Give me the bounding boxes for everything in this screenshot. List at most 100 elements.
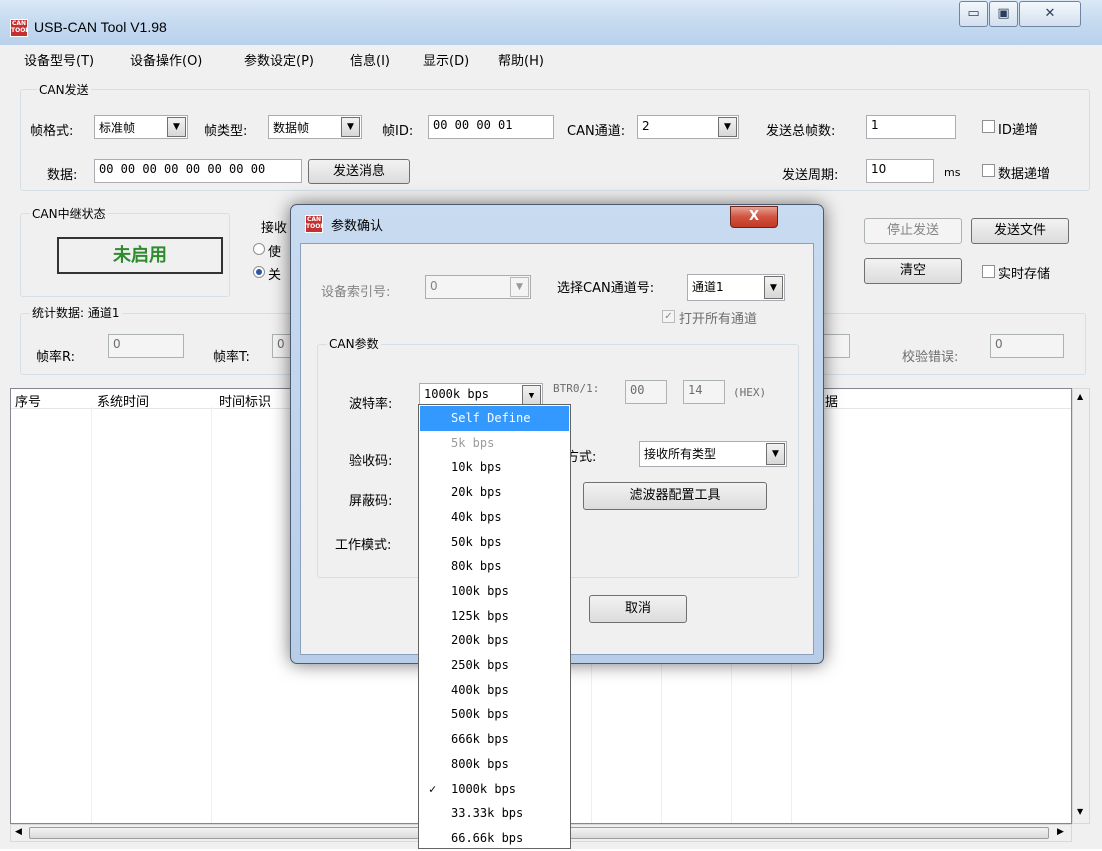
- title-bar[interactable]: CAN TOOL USB-CAN Tool V1.98 ▭ ▣ ✕: [0, 0, 1102, 45]
- baud-option-label: 500k bps: [451, 707, 509, 722]
- can-params-title: CAN参数: [327, 335, 381, 352]
- frame-rate-r-value: 0: [108, 334, 184, 358]
- minimize-button[interactable]: ▭: [959, 1, 988, 27]
- menu-help[interactable]: 帮助(H): [498, 50, 544, 69]
- vertical-scrollbar[interactable]: ▲ ▼: [1072, 388, 1090, 824]
- device-index-value: 0: [430, 279, 438, 293]
- receive-label: 接收: [261, 221, 288, 236]
- dialog-title: 参数确认: [331, 219, 384, 234]
- period-unit: ms: [944, 166, 961, 179]
- can-channel-label: CAN通道:: [567, 124, 626, 139]
- total-frames-input[interactable]: 1: [866, 115, 956, 139]
- clear-button[interactable]: 清空: [864, 258, 962, 284]
- scroll-down-icon[interactable]: ▼: [1077, 807, 1083, 816]
- menu-info[interactable]: 信息(I): [350, 50, 390, 69]
- baud-option-label: 100k bps: [451, 583, 509, 598]
- filter-mode-select[interactable]: 接收所有类型 ▼: [639, 441, 787, 467]
- window-close-button[interactable]: ✕: [1019, 1, 1081, 27]
- baud-option-label: 66.66k bps: [451, 830, 524, 845]
- stop-send-button[interactable]: 停止发送: [864, 218, 962, 244]
- col-time-id[interactable]: 时间标识: [219, 391, 271, 410]
- mask-code-label: 屏蔽码:: [349, 494, 393, 509]
- relay-status-box: 未启用: [57, 237, 223, 274]
- relay-group-title: CAN中继状态: [30, 205, 108, 222]
- baud-option[interactable]: 33.33k bps: [420, 801, 569, 826]
- baud-option-label: 50k bps: [451, 534, 502, 549]
- can-channel-value: 2: [642, 119, 650, 133]
- relay-off-label: 关: [268, 268, 282, 283]
- baud-option-label: 125k bps: [451, 608, 509, 623]
- menu-display[interactable]: 显示(D): [423, 50, 469, 69]
- data-increment-checkbox[interactable]: [982, 164, 995, 177]
- baud-option[interactable]: 10k bps: [420, 455, 569, 480]
- can-channel-select[interactable]: 2 ▼: [637, 115, 739, 139]
- id-increment-checkbox[interactable]: [982, 120, 995, 133]
- scroll-right-icon[interactable]: ▶: [1057, 827, 1064, 837]
- relay-off-radio[interactable]: [253, 266, 265, 278]
- maximize-button[interactable]: ▣: [989, 1, 1018, 27]
- baud-option-label: 250k bps: [451, 658, 509, 672]
- menu-device-operation[interactable]: 设备操作(O): [130, 50, 202, 69]
- baud-option[interactable]: 66.66k bps: [420, 826, 569, 851]
- id-increment-label: ID递增: [998, 123, 1038, 138]
- btr-label: BTR0/1:: [553, 382, 600, 395]
- baud-option-label: 10k bps: [451, 460, 502, 475]
- btr1-input[interactable]: 14: [683, 380, 725, 404]
- realtime-save-checkbox[interactable]: [982, 265, 995, 278]
- dialog-close-button[interactable]: X: [730, 206, 778, 228]
- frame-type-select[interactable]: 数据帧 ▼: [268, 115, 362, 139]
- send-file-button[interactable]: 发送文件: [971, 218, 1069, 244]
- period-input[interactable]: 10: [866, 159, 934, 183]
- btr0-input[interactable]: 00: [625, 380, 667, 404]
- baud-option[interactable]: 666k bps: [420, 727, 569, 752]
- data-input[interactable]: 00 00 00 00 00 00 00 00: [94, 159, 302, 183]
- scroll-up-icon[interactable]: ▲: [1077, 392, 1083, 401]
- cancel-button[interactable]: 取消: [589, 595, 687, 623]
- open-all-channels-checkbox[interactable]: ✓: [662, 310, 675, 323]
- period-label: 发送周期:: [782, 168, 839, 183]
- baud-option[interactable]: 80k bps: [420, 554, 569, 579]
- baud-option[interactable]: 100k bps: [420, 579, 569, 604]
- baud-option[interactable]: 800k bps: [420, 752, 569, 777]
- baud-option[interactable]: 250k bps: [420, 653, 569, 678]
- baud-option[interactable]: Self Define: [420, 406, 569, 431]
- baud-option-label: 666k bps: [451, 732, 509, 747]
- col-data[interactable]: 据: [825, 391, 838, 410]
- close-icon: ✕: [1044, 6, 1056, 21]
- can-send-group-title: CAN发送: [37, 81, 91, 98]
- relay-enable-radio[interactable]: [253, 243, 265, 255]
- menu-param-settings[interactable]: 参数设定(P): [244, 50, 314, 69]
- filter-config-tool-button[interactable]: 滤波器配置工具: [583, 482, 767, 510]
- menu-device-model[interactable]: 设备型号(T): [24, 50, 94, 69]
- col-system-time[interactable]: 系统时间: [97, 391, 149, 410]
- frame-id-input[interactable]: 00 00 00 01: [428, 115, 554, 139]
- checkmark-icon: ✓: [429, 781, 437, 796]
- send-message-button[interactable]: 发送消息: [308, 159, 410, 184]
- baud-option[interactable]: 500k bps: [420, 702, 569, 727]
- baud-rate-label: 波特率:: [349, 397, 393, 412]
- baud-option-label: 33.33k bps: [451, 806, 524, 821]
- frame-id-label: 帧ID:: [382, 124, 414, 139]
- col-index[interactable]: 序号: [15, 391, 41, 410]
- chevron-down-icon: ▼: [341, 117, 360, 137]
- chevron-down-icon: ▼: [167, 117, 186, 137]
- baud-option[interactable]: 50k bps: [420, 530, 569, 555]
- baud-option: 5k bps: [420, 431, 569, 456]
- scroll-left-icon[interactable]: ◀: [15, 827, 22, 837]
- frame-format-label: 帧格式:: [30, 124, 74, 139]
- chevron-down-icon: ▼: [510, 277, 529, 297]
- grid-line: [211, 407, 212, 823]
- device-index-select[interactable]: 0 ▼: [425, 275, 531, 299]
- baud-option[interactable]: 125k bps: [420, 604, 569, 629]
- select-channel-select[interactable]: 通道1 ▼: [687, 274, 785, 301]
- acceptance-code-label: 验收码:: [349, 454, 393, 469]
- baud-option-label: 400k bps: [451, 682, 509, 697]
- frame-type-label: 帧类型:: [204, 124, 248, 139]
- frame-format-select[interactable]: 标准帧 ▼: [94, 115, 188, 139]
- baud-option[interactable]: 200k bps: [420, 628, 569, 653]
- baud-option[interactable]: 400k bps: [420, 678, 569, 703]
- baud-option[interactable]: ✓ 1000k bps: [420, 777, 569, 802]
- realtime-save-label: 实时存储: [998, 267, 1051, 282]
- baud-option[interactable]: 40k bps: [420, 505, 569, 530]
- baud-option[interactable]: 20k bps: [420, 480, 569, 505]
